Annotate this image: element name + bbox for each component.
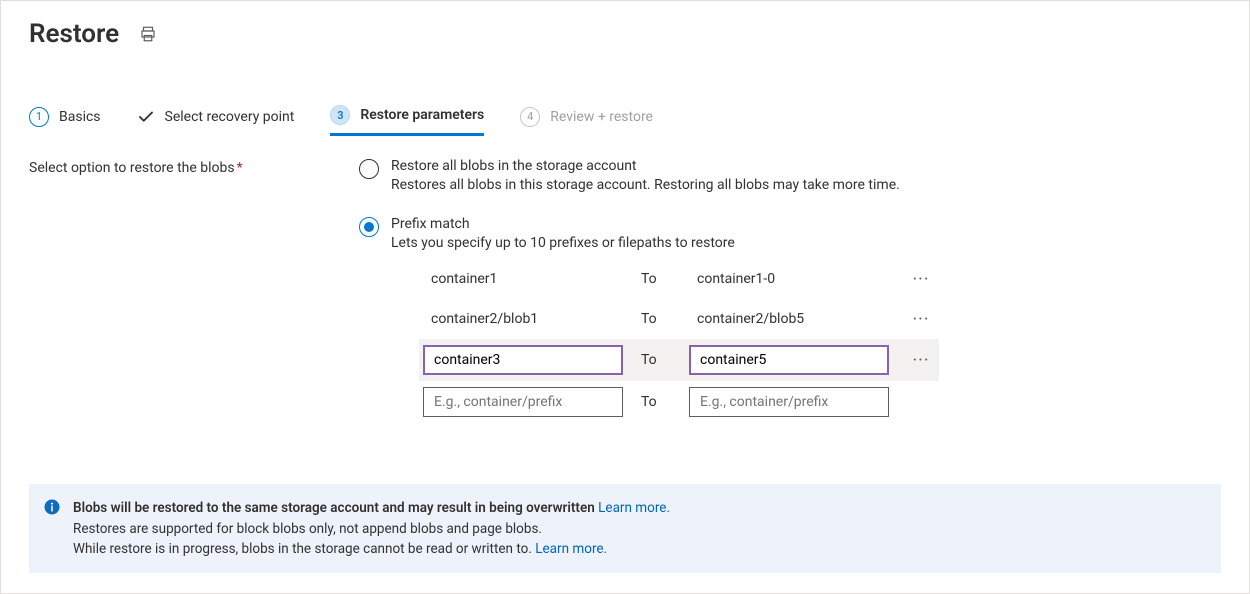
prefix-to: container1-0 <box>689 265 889 293</box>
tab-label: Restore parameters <box>360 107 484 123</box>
wizard-tabs: 1 Basics Select recovery point 3 Restore… <box>29 105 1221 136</box>
step-number-icon: 4 <box>520 107 540 127</box>
prefix-to-label: To <box>641 394 671 410</box>
option-title: Prefix match <box>391 216 935 232</box>
page-header: Restore <box>29 19 1221 49</box>
option-prefix-match[interactable]: Prefix match Lets you specify up to 10 p… <box>359 216 1179 424</box>
prefix-row-empty: To <box>423 381 935 423</box>
tab-label: Select recovery point <box>165 109 295 125</box>
banner-line2: Restores are supported for block blobs o… <box>73 519 1205 539</box>
info-banner: Blobs will be restored to the same stora… <box>29 484 1221 573</box>
tab-label: Basics <box>59 109 101 125</box>
more-actions-icon[interactable]: ··· <box>907 269 935 290</box>
option-description: Lets you specify up to 10 prefixes or fi… <box>391 234 935 254</box>
option-description: Restores all blobs in this storage accou… <box>391 176 900 196</box>
more-actions-icon[interactable]: ··· <box>907 350 935 371</box>
learn-more-link[interactable]: Learn more. <box>598 500 670 516</box>
print-icon[interactable] <box>139 25 157 43</box>
prefix-row-active: To ··· <box>419 339 939 381</box>
prefix-to-label: To <box>641 271 671 287</box>
radio-prefix-match[interactable] <box>359 217 379 237</box>
prefix-row: container2/blob1 To container2/blob5 ··· <box>423 299 935 339</box>
prefix-from: container2/blob1 <box>423 305 623 333</box>
prefix-to-label: To <box>641 352 671 368</box>
learn-more-link[interactable]: Learn more. <box>535 541 607 557</box>
prefix-to-input[interactable] <box>689 345 889 375</box>
step-number-icon: 3 <box>330 105 350 125</box>
tab-basics[interactable]: 1 Basics <box>29 107 101 135</box>
option-restore-all[interactable]: Restore all blobs in the storage account… <box>359 158 1179 196</box>
more-actions-icon[interactable]: ··· <box>907 309 935 330</box>
checkmark-icon <box>137 108 155 126</box>
prefix-to-input[interactable] <box>689 387 889 417</box>
banner-line1: Blobs will be restored to the same stora… <box>73 500 595 516</box>
tab-select-recovery-point[interactable]: Select recovery point <box>137 108 295 134</box>
option-title: Restore all blobs in the storage account <box>391 158 900 174</box>
tab-restore-parameters[interactable]: 3 Restore parameters <box>330 105 484 136</box>
required-indicator: * <box>237 160 243 176</box>
prefix-from-input[interactable] <box>423 345 623 375</box>
option-label: Select option to restore the blobs* <box>29 158 319 176</box>
prefix-to-label: To <box>641 311 671 327</box>
prefix-row: container1 To container1-0 ··· <box>423 259 935 299</box>
banner-line3: While restore is in progress, blobs in t… <box>73 541 535 557</box>
prefix-from-input[interactable] <box>423 387 623 417</box>
step-number-icon: 1 <box>29 107 49 127</box>
tab-review-restore: 4 Review + restore <box>520 107 653 135</box>
prefix-table: container1 To container1-0 ··· container… <box>423 259 935 423</box>
page-title: Restore <box>29 19 119 49</box>
tab-label: Review + restore <box>550 109 653 125</box>
prefix-from: container1 <box>423 265 623 293</box>
info-icon <box>43 498 61 516</box>
prefix-to: container2/blob5 <box>689 305 889 333</box>
radio-restore-all[interactable] <box>359 159 379 179</box>
